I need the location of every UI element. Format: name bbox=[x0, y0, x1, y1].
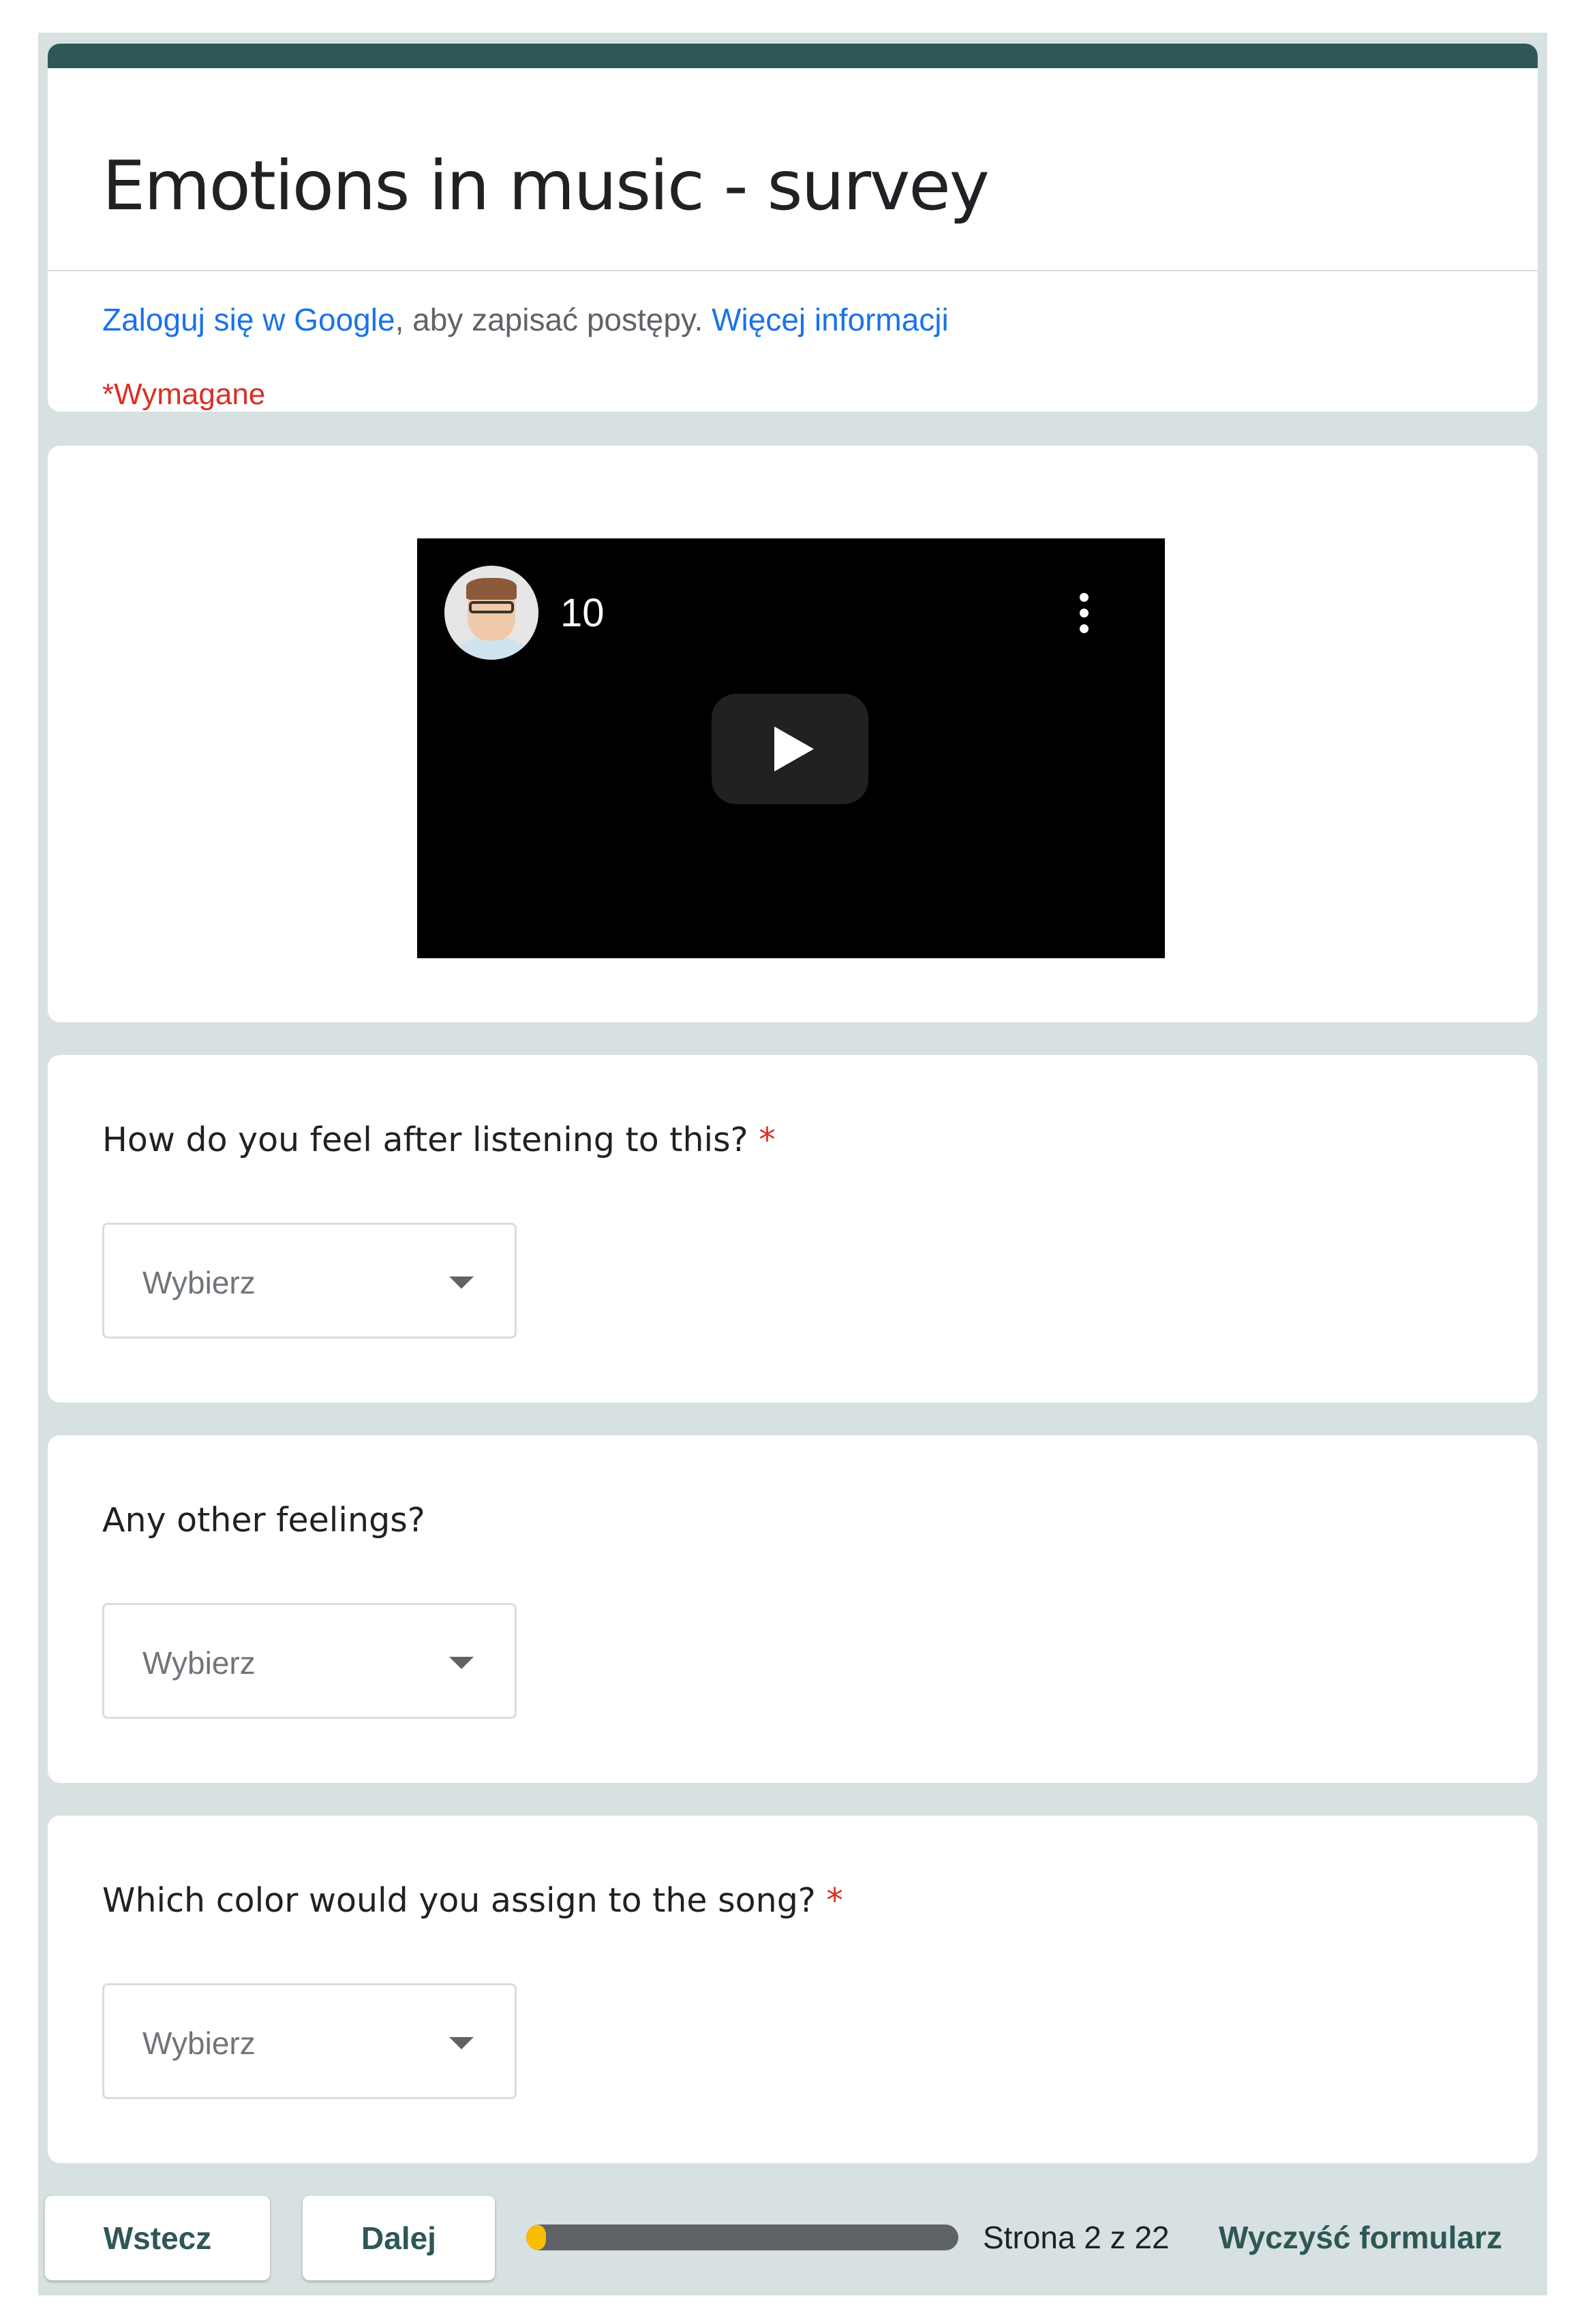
chevron-down-icon bbox=[449, 1276, 474, 1289]
more-vert-icon[interactable] bbox=[1078, 593, 1089, 634]
question-card: Any other feelings? Wybierz bbox=[48, 1435, 1538, 1783]
signin-notice: Zaloguj się w Google, aby zapisać postęp… bbox=[102, 301, 949, 338]
dropdown-placeholder: Wybierz bbox=[142, 2025, 256, 2061]
dropdown-placeholder: Wybierz bbox=[142, 1265, 256, 1300]
play-button[interactable] bbox=[712, 694, 868, 804]
form-header-card: Emotions in music - survey Zaloguj się w… bbox=[48, 44, 1538, 412]
color-dropdown[interactable]: Wybierz bbox=[102, 1983, 517, 2099]
video-player[interactable]: 10 bbox=[417, 538, 1165, 958]
more-info-link[interactable]: Więcej informacji bbox=[712, 302, 949, 337]
back-button[interactable]: Wstecz bbox=[45, 2196, 270, 2280]
question-card: Which color would you assign to the song… bbox=[48, 1816, 1538, 2163]
required-star: * bbox=[748, 1120, 776, 1159]
other-feelings-dropdown[interactable]: Wybierz bbox=[102, 1603, 517, 1719]
feeling-dropdown[interactable]: Wybierz bbox=[102, 1223, 517, 1339]
signin-text: , aby zapisać postępy. bbox=[395, 302, 712, 337]
video-card: 10 bbox=[48, 446, 1538, 1022]
page-indicator: Strona 2 z 22 bbox=[983, 2220, 1170, 2255]
header-accent-bar bbox=[48, 44, 1538, 68]
progress-bar bbox=[526, 2224, 958, 2250]
video-title[interactable]: 10 bbox=[560, 590, 605, 636]
question-label: Which color would you assign to the song… bbox=[102, 1881, 843, 1920]
next-button[interactable]: Dalej bbox=[303, 2196, 495, 2280]
question-label: Any other feelings? bbox=[102, 1501, 425, 1540]
required-star: * bbox=[815, 1881, 843, 1920]
question-card: How do you feel after listening to this?… bbox=[48, 1055, 1538, 1403]
signin-link[interactable]: Zaloguj się w Google bbox=[102, 302, 395, 337]
clear-form-button[interactable]: Wyczyść formularz bbox=[1219, 2219, 1502, 2256]
chevron-down-icon bbox=[449, 2037, 474, 2049]
question-label: How do you feel after listening to this?… bbox=[102, 1120, 776, 1159]
required-note: *Wymagane bbox=[102, 378, 266, 411]
dropdown-placeholder: Wybierz bbox=[142, 1645, 256, 1681]
form-title: Emotions in music - survey bbox=[102, 146, 990, 226]
channel-avatar[interactable] bbox=[444, 566, 538, 660]
chevron-down-icon bbox=[449, 1657, 474, 1669]
play-icon bbox=[774, 727, 814, 771]
header-divider bbox=[48, 270, 1538, 271]
